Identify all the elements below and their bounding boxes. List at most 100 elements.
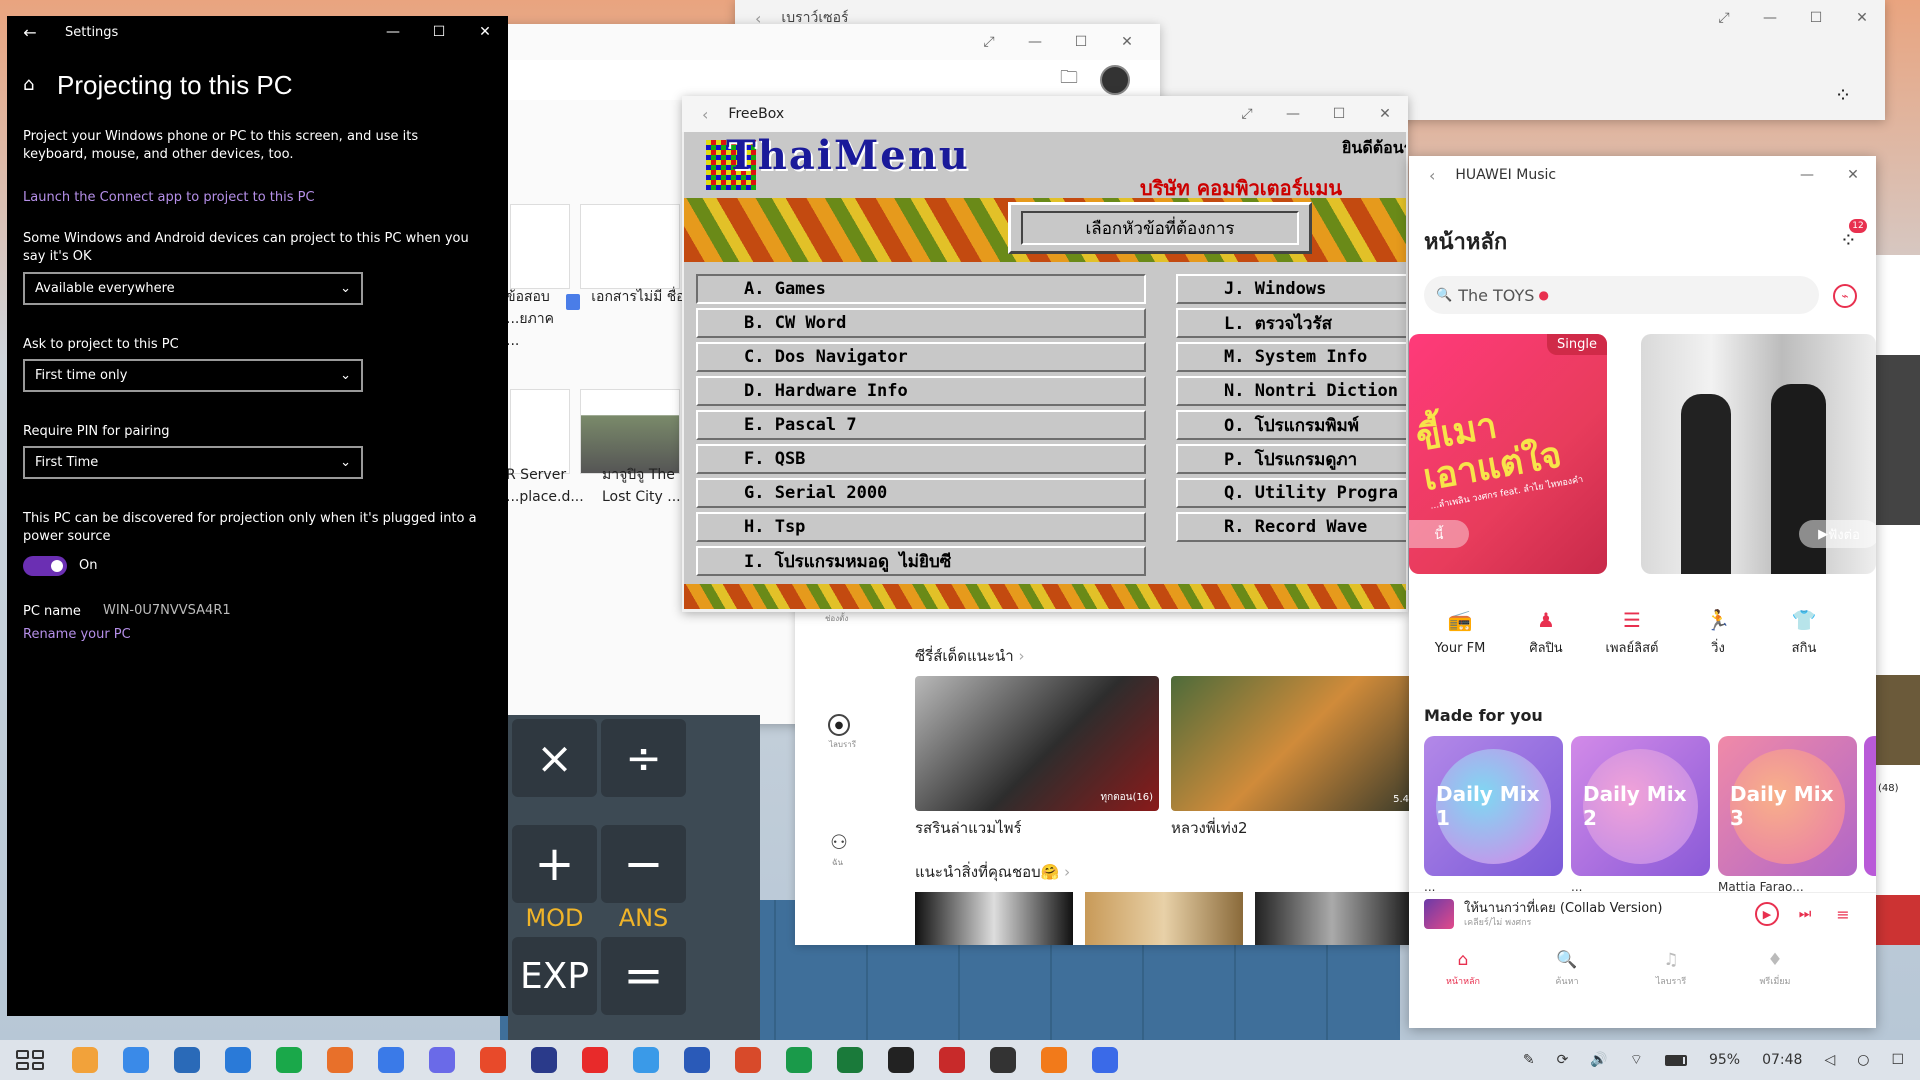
home-icon[interactable]: ⌂ [23, 74, 34, 95]
calculator-window[interactable]: × ÷ + − MOD ANS EXP = [508, 715, 760, 1040]
menu-item[interactable]: C. Dos Navigator [696, 342, 1146, 372]
menu-item[interactable]: J. Windows [1176, 274, 1406, 304]
wifi-icon[interactable]: ⌔ [1630, 1051, 1643, 1069]
tab-label[interactable]: พรีเมี่ยม [1751, 974, 1799, 988]
maximize-button[interactable]: ☐ [416, 16, 462, 48]
file-name[interactable]: ข้อสอบ ...ยภาค ... [506, 286, 566, 352]
contacts-icon[interactable] [378, 1047, 404, 1073]
browser-icon[interactable] [633, 1047, 659, 1073]
menu-item[interactable]: Q. Utility Progra [1176, 478, 1406, 508]
close-button[interactable]: ✕ [1362, 96, 1408, 132]
quick-label[interactable]: ศิลปิน [1510, 640, 1582, 658]
close-button[interactable]: ✕ [1839, 0, 1885, 36]
sheets-icon[interactable] [786, 1047, 812, 1073]
power-toggle[interactable] [23, 556, 67, 576]
menu-item[interactable]: B. CW Word [696, 308, 1146, 338]
fullscreen-icon[interactable]: ⤢ [1701, 0, 1747, 36]
docs-icon[interactable] [1092, 1047, 1118, 1073]
pen-icon[interactable]: ✎ [1523, 1052, 1535, 1068]
maximize-button[interactable]: ☐ [1316, 96, 1362, 132]
presentation-icon[interactable] [327, 1047, 353, 1073]
quick-label[interactable]: เพลย์ลิสต์ [1596, 640, 1668, 658]
file-name[interactable]: R Server ...place.d... [506, 464, 584, 508]
movie-title[interactable]: รสรินล่าแวมไพร์ [915, 816, 1022, 840]
file-thumbnail[interactable] [510, 389, 570, 474]
minus-key[interactable]: − [601, 825, 686, 903]
photo-app-icon[interactable] [174, 1047, 200, 1073]
daily-mix-card[interactable]: Daily Mix 3 [1718, 736, 1857, 876]
huawei-music-window[interactable]: ‹ HUAWEI Music — ✕ หน้าหลัก ⁘ 12 🔍 The T… [1409, 156, 1876, 1028]
folder-icon[interactable]: 🗀 [1060, 65, 1078, 95]
tab-icon[interactable]: ♫ [1659, 948, 1683, 972]
clock[interactable]: 07:48 [1762, 1052, 1802, 1068]
minimize-button[interactable]: — [1270, 96, 1316, 132]
back-nav-icon[interactable]: ◁ [1824, 1052, 1835, 1068]
menu-item[interactable]: R. Record Wave [1176, 512, 1406, 542]
movie-poster[interactable]: 5.4 [1171, 676, 1415, 811]
mod-key[interactable]: MOD [512, 904, 597, 932]
movie-poster[interactable]: ทุกตอน(16) [915, 676, 1159, 811]
battery-icon[interactable] [1664, 1054, 1687, 1066]
close-button[interactable]: ✕ [1104, 24, 1150, 60]
close-button[interactable]: ✕ [462, 16, 508, 48]
multiply-key[interactable]: × [512, 719, 597, 797]
fullscreen-icon[interactable]: ⤢ [1224, 96, 1270, 132]
section-title[interactable]: ซีรี่ส์เด็ดแนะนำ › [915, 644, 1024, 668]
quick-label[interactable]: วิ่ง [1682, 640, 1754, 658]
menu-item[interactable]: D. Hardware Info [696, 376, 1146, 406]
person-icon[interactable]: ⚇ [828, 830, 850, 854]
file-thumbnail[interactable] [510, 204, 570, 289]
excel-icon[interactable] [837, 1047, 863, 1073]
calculator-icon[interactable] [990, 1047, 1016, 1073]
availability-dropdown[interactable]: Available everywhere ⌄ [23, 272, 363, 305]
wps-icon[interactable] [582, 1047, 608, 1073]
back-icon[interactable]: ‹ [702, 105, 708, 124]
menu-item[interactable]: O. โปรแกรมพิมพ์ [1176, 410, 1406, 440]
plus-key[interactable]: + [512, 825, 597, 903]
tab-icon[interactable]: ⌂ [1451, 948, 1475, 972]
file-thumbnail[interactable] [580, 389, 680, 474]
movie-poster[interactable] [1255, 892, 1409, 945]
menu-item[interactable]: G. Serial 2000 [696, 478, 1146, 508]
run-icon[interactable]: 🏃 [1704, 606, 1732, 634]
video-app-window[interactable]: ช่องตั้ง ● ไลบรารี ⚇ ฉัน ซีรี่ส์เด็ดแนะน… [795, 590, 1415, 945]
playlist-icon[interactable]: ☰ [1618, 606, 1646, 634]
fullscreen-icon[interactable]: ⤢ [966, 24, 1012, 60]
queue-icon[interactable]: ≡ [1831, 902, 1855, 926]
nav-label[interactable]: ฉัน [832, 856, 843, 869]
banner-button[interactable]: นี้ [1409, 520, 1469, 548]
movie-title[interactable]: หลวงพี่เท่ง2 [1171, 816, 1248, 840]
rename-pc-link[interactable]: Rename your PC [23, 627, 131, 642]
player-icon[interactable] [1041, 1047, 1067, 1073]
firefox-icon[interactable] [480, 1047, 506, 1073]
tab-label[interactable]: ค้นหา [1543, 974, 1591, 988]
pin-dropdown[interactable]: First Time ⌄ [23, 446, 363, 479]
minimize-button[interactable]: — [1784, 157, 1830, 193]
video-icon[interactable] [225, 1047, 251, 1073]
minimize-button[interactable]: — [370, 16, 416, 48]
file-name[interactable]: มาจูปิจู The Lost City ... [602, 464, 682, 508]
back-icon[interactable]: ‹ [1429, 166, 1435, 185]
section-title[interactable]: แนะนำสิ่งที่คุณชอบ🤗 › [915, 860, 1070, 884]
menu-item[interactable]: H. Tsp [696, 512, 1146, 542]
thaimenu-screen[interactable]: ThaiMenu ยินดีต้อนรับสู่ระบบไทยเมนู บริษ… [684, 132, 1406, 609]
equals-key[interactable]: = [601, 937, 686, 1015]
ans-key[interactable]: ANS [601, 904, 686, 932]
game-icon[interactable] [531, 1047, 557, 1073]
tab-label[interactable]: ไลบรารี [1647, 974, 1695, 988]
voice-search-icon[interactable]: ⌁ [1833, 284, 1857, 308]
photos-icon[interactable] [72, 1047, 98, 1073]
nav-label[interactable]: ไลบรารี [829, 738, 856, 751]
news-icon[interactable] [939, 1047, 965, 1073]
divide-key[interactable]: ÷ [601, 719, 686, 797]
menu-item[interactable]: A. Games [696, 274, 1146, 304]
quick-label[interactable]: สกิน [1768, 640, 1840, 658]
movie-poster[interactable] [915, 892, 1073, 945]
avatar[interactable] [1100, 65, 1130, 95]
cloud-icon[interactable] [123, 1047, 149, 1073]
radio-icon[interactable]: 📻 [1446, 606, 1474, 634]
close-button[interactable]: ✕ [1830, 157, 1876, 193]
menu-item[interactable]: N. Nontri Diction [1176, 376, 1406, 406]
word-icon[interactable] [684, 1047, 710, 1073]
minimize-button[interactable]: — [1747, 0, 1793, 36]
